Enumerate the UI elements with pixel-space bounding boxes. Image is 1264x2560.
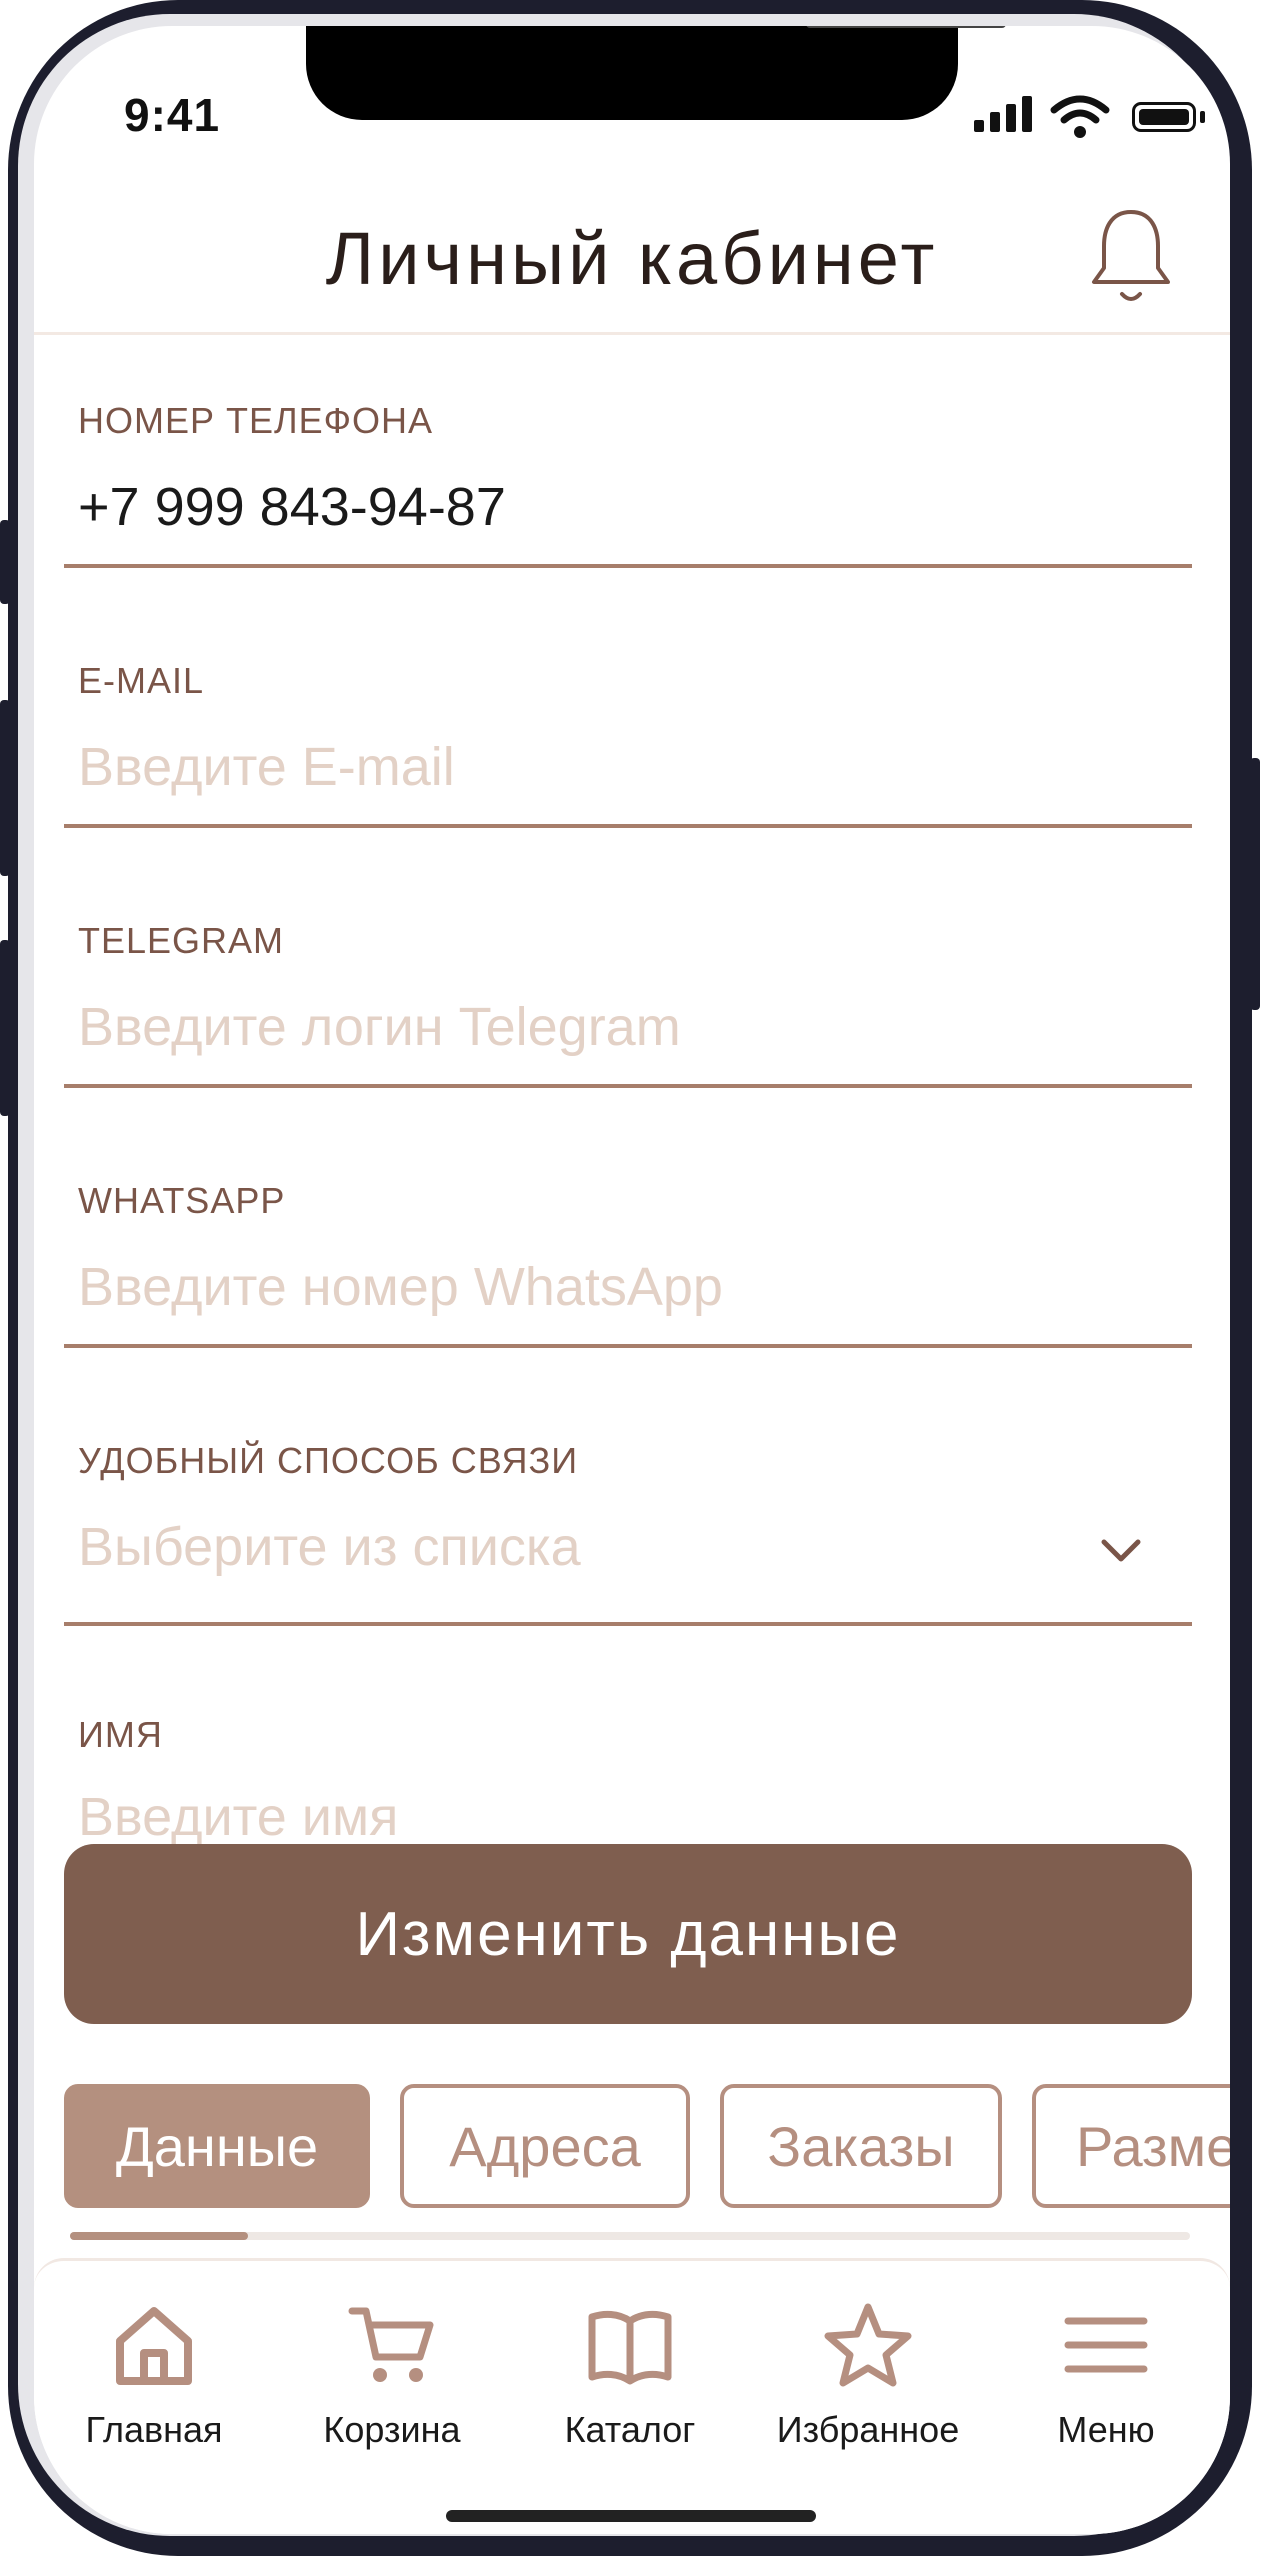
field-underline xyxy=(64,564,1192,568)
home-icon xyxy=(116,2307,192,2385)
volume-up-button xyxy=(0,700,10,876)
email-input[interactable]: Введите E-mail xyxy=(78,736,455,798)
cellular-signal-icon xyxy=(974,92,1034,140)
nav-label: Избранное xyxy=(776,2409,960,2450)
status-time: 9:41 xyxy=(124,89,221,141)
power-button xyxy=(1250,758,1260,1010)
name-input[interactable]: Введите имя xyxy=(78,1786,398,1848)
menu-icon xyxy=(1064,2317,1148,2373)
home-indicator[interactable] xyxy=(446,2510,816,2522)
nav-item-home[interactable]: Главная xyxy=(34,2261,274,2451)
volume-down-button xyxy=(0,940,10,1116)
field-underline xyxy=(64,1344,1192,1348)
telegram-label: TELEGRAM xyxy=(78,920,285,961)
nav-label: Каталог xyxy=(564,2409,696,2450)
tab-sizes[interactable]: Размеры xyxy=(1032,2084,1230,2208)
field-underline xyxy=(64,1084,1192,1088)
nav-item-favorites[interactable]: Избранное xyxy=(748,2261,988,2451)
phone-label: НОМЕР ТЕЛЕФОНА xyxy=(78,400,434,441)
wifi-icon xyxy=(1050,95,1110,138)
contact-method-label: УДОБНЫЙ СПОСОБ СВЯЗИ xyxy=(78,1440,579,1481)
whatsapp-field[interactable]: WHATSAPP Введите номер WhatsApp xyxy=(64,1166,1192,1366)
save-changes-button[interactable]: Изменить данные xyxy=(64,1844,1192,2024)
telegram-input[interactable]: Введите логин Telegram xyxy=(78,996,681,1058)
header-divider xyxy=(34,332,1230,335)
nav-item-menu[interactable]: Меню xyxy=(986,2261,1226,2451)
name-field[interactable]: ИМЯ Введите имя xyxy=(64,1702,1192,1852)
tab-addresses[interactable]: Адреса xyxy=(400,2084,690,2208)
chevron-down-icon[interactable] xyxy=(1100,1538,1142,1564)
page-title: Личный кабинет xyxy=(325,217,939,300)
star-icon xyxy=(824,2303,912,2387)
whatsapp-input[interactable]: Введите номер WhatsApp xyxy=(78,1256,723,1318)
phone-value[interactable]: +7 999 843-94-87 xyxy=(78,476,506,538)
tabs-scrollbar-thumb[interactable] xyxy=(70,2232,248,2240)
email-label: E-MAIL xyxy=(78,660,205,701)
bottom-nav: Главная Корзина Каталог Избранное Меню xyxy=(34,2258,1230,2534)
field-underline xyxy=(64,1622,1192,1626)
cart-icon xyxy=(348,2307,434,2382)
contact-method-value[interactable]: Выберите из списка xyxy=(78,1516,581,1578)
contact-method-select[interactable]: УДОБНЫЙ СПОСОБ СВЯЗИ Выберите из списка xyxy=(64,1426,1192,1646)
status-icons xyxy=(974,92,1214,140)
book-icon xyxy=(588,2310,672,2385)
tab-data[interactable]: Данные xyxy=(64,2084,370,2208)
phone-field[interactable]: НОМЕР ТЕЛЕФОНА +7 999 843-94-87 xyxy=(64,386,1192,586)
field-underline xyxy=(64,824,1192,828)
bell-icon[interactable] xyxy=(1088,202,1174,312)
email-field[interactable]: E-MAIL Введите E-mail xyxy=(64,646,1192,846)
nav-label: Меню xyxy=(1057,2409,1155,2450)
tab-orders[interactable]: Заказы xyxy=(720,2084,1002,2208)
phone-screen: 9:41 Личный кабинет НОМЕР ТЕЛЕФОНА +7 99… xyxy=(34,26,1230,2534)
notch xyxy=(306,26,1006,120)
nav-item-cart[interactable]: Корзина xyxy=(272,2261,512,2451)
whatsapp-label: WHATSAPP xyxy=(78,1180,286,1221)
telegram-field[interactable]: TELEGRAM Введите логин Telegram xyxy=(64,906,1192,1106)
name-label: ИМЯ xyxy=(78,1714,163,1755)
nav-label: Главная xyxy=(85,2409,223,2450)
battery-icon xyxy=(1132,102,1196,132)
nav-item-catalog[interactable]: Каталог xyxy=(510,2261,750,2451)
tabs-scrollbar[interactable] xyxy=(70,2232,1190,2240)
nav-label: Корзина xyxy=(323,2409,461,2450)
mute-switch xyxy=(0,520,10,604)
